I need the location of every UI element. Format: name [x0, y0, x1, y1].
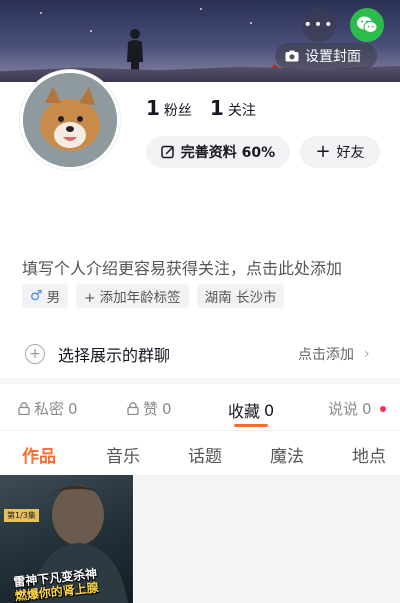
gender-label: 男	[46, 290, 61, 306]
tab-moments-label: 说说	[328, 400, 359, 418]
tab-magic[interactable]: 魔法	[270, 442, 304, 467]
tab-moments[interactable]: 说说 0	[328, 398, 386, 419]
tab-moments-count: 0	[362, 399, 372, 418]
fans-count: 1	[146, 96, 160, 120]
add-age-tag[interactable]: + 添加年龄标签	[76, 284, 189, 308]
camera-icon	[285, 50, 299, 62]
video-thumbnail[interactable]: 第1/3集 雷神下凡变杀神 燃爆你的肾上腺	[0, 475, 133, 603]
tabs-divider	[0, 430, 400, 431]
complete-profile-label: 完善资料 60%	[180, 145, 276, 161]
add-circle-icon: +	[25, 344, 45, 364]
tab-favorites-count: 0	[264, 400, 275, 420]
profile-tags: ♂ 男 + 添加年龄标签 湖南 长沙市	[22, 284, 285, 308]
chevron-right-icon: ›	[364, 346, 370, 362]
edit-icon	[161, 145, 174, 159]
location-label: 湖南 长沙市	[204, 290, 277, 306]
plus-icon: +	[315, 141, 331, 162]
gender-tag[interactable]: ♂ 男	[22, 284, 69, 308]
notification-dot	[379, 405, 386, 412]
fans-label: 粉丝	[163, 103, 192, 119]
episode-badge: 第1/3集	[4, 509, 39, 522]
complete-profile-button[interactable]: 完善资料 60%	[146, 136, 290, 168]
avatar[interactable]	[20, 70, 120, 170]
add-friend-button[interactable]: + 好友	[300, 136, 380, 168]
active-tab-indicator	[234, 424, 268, 427]
tab-private[interactable]: 私密 0	[18, 398, 78, 419]
tab-likes-label: 赞	[143, 400, 159, 418]
group-chat-action: 点击添加	[298, 347, 354, 363]
tab-works[interactable]: 作品	[22, 442, 56, 467]
following-count: 1	[209, 96, 224, 120]
tab-private-count: 0	[68, 399, 78, 418]
tab-places[interactable]: 地点	[352, 442, 386, 467]
star	[200, 8, 202, 10]
profile-cover[interactable]	[0, 0, 400, 82]
tab-likes[interactable]: 赞 0	[127, 398, 172, 419]
content-subtabs: 私密 0 赞 0 收藏 0 说说 0	[0, 384, 400, 430]
set-cover-button[interactable]: 设置封面	[275, 43, 377, 69]
wechat-icon	[357, 16, 378, 33]
more-icon: •••	[303, 17, 335, 33]
lock-icon	[18, 402, 30, 415]
tab-favorites-label: 收藏	[228, 402, 261, 421]
star	[40, 12, 42, 14]
more-button[interactable]: •••	[302, 8, 336, 42]
age-tag-label: + 添加年龄标签	[84, 290, 181, 306]
lock-icon	[127, 402, 139, 415]
group-chat-label: 选择展示的群聊	[58, 346, 171, 365]
male-icon: ♂	[30, 288, 43, 304]
bio-placeholder[interactable]: 填写个人介绍更容易获得关注，点击此处添加	[22, 255, 342, 279]
empty-grid-area	[134, 475, 400, 603]
tab-music[interactable]: 音乐	[106, 442, 140, 467]
star	[90, 30, 92, 32]
wechat-button[interactable]	[350, 8, 384, 42]
dog-avatar-image	[23, 73, 117, 167]
tab-private-label: 私密	[34, 400, 65, 418]
profile-stats: 1 粉丝 1 关注	[146, 96, 256, 120]
category-tabs: 作品 音乐 话题 魔法 地点	[0, 432, 400, 472]
add-friend-label: 好友	[336, 145, 365, 161]
tab-topics[interactable]: 话题	[188, 442, 222, 467]
tab-favorites[interactable]: 收藏 0	[228, 398, 274, 422]
fans-stat[interactable]: 1 粉丝	[146, 96, 192, 120]
set-cover-label: 设置封面	[305, 49, 361, 65]
following-stat[interactable]: 1 关注	[210, 96, 256, 120]
group-chat-row[interactable]: + 选择展示的群聊 点击添加 ›	[0, 334, 400, 374]
location-tag[interactable]: 湖南 长沙市	[196, 284, 285, 308]
star	[250, 22, 252, 24]
following-label: 关注	[227, 103, 256, 119]
tab-likes-count: 0	[162, 399, 172, 418]
